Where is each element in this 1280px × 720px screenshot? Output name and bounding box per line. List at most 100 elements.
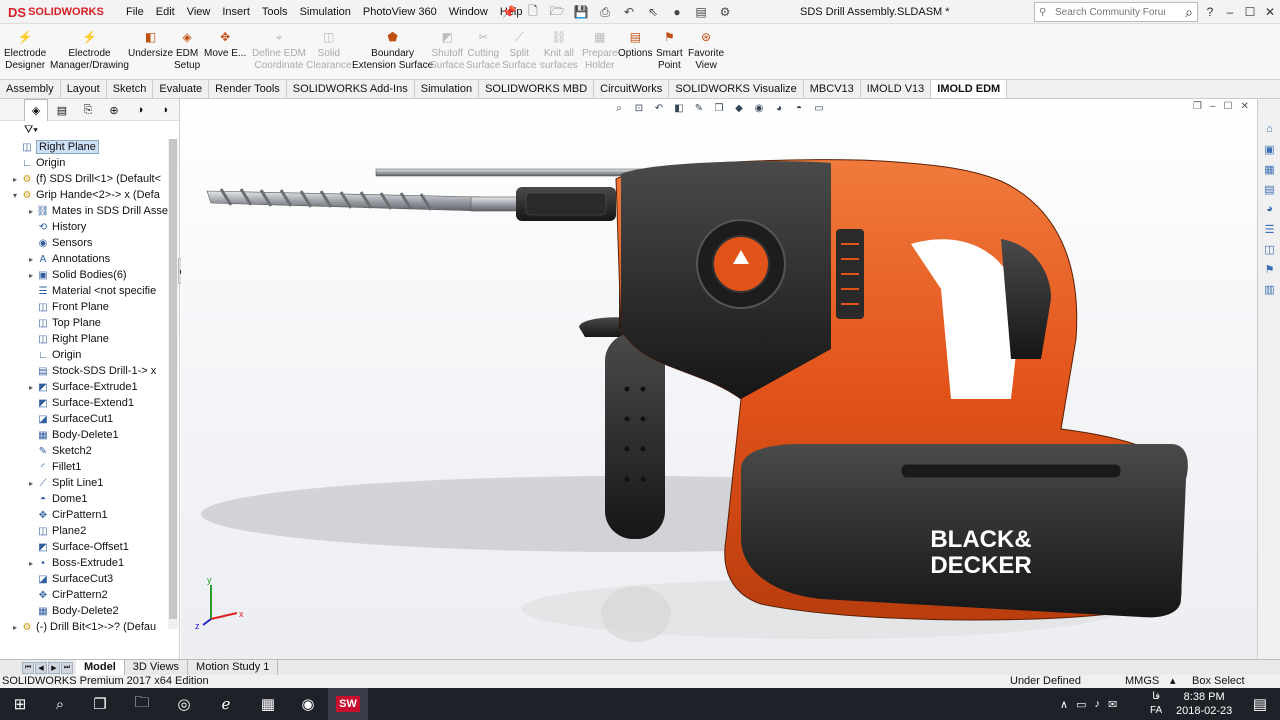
forum-icon[interactable]: ◫ [1258,239,1280,259]
ribbon-button-6[interactable]: ◫ Solid Clearance [306,28,352,72]
tree-item[interactable]: ◓ Dome1 [0,491,168,507]
search-box[interactable]: ⚲ ⌕ [1034,2,1198,22]
last-tab-icon[interactable]: ⏭ [61,661,73,674]
feature-manager-tab-icon[interactable]: ◈ [24,99,48,121]
more-tab-icon[interactable]: ◗ [154,99,178,121]
tab-solidworks-visualize[interactable]: SOLIDWORKS Visualize [669,80,804,98]
dimxpert-tab-icon[interactable]: ⊕ [102,99,126,121]
file-properties-icon[interactable]: ▤ [690,3,712,21]
tab-assembly[interactable]: Assembly [0,80,61,98]
tree-scrollbar[interactable] [168,139,178,629]
expand-arrow-icon[interactable]: ▸ [10,175,20,184]
tree-item[interactable]: ▸ ⟋ Split Line1 [0,475,168,491]
tree-item[interactable]: ▦ Body-Delete1 [0,427,168,443]
ribbon-button-0[interactable]: ⚡ Electrode Designer [4,28,46,72]
tab-mbcv13[interactable]: MBCV13 [804,80,861,98]
calculator-icon[interactable]: ▦ [248,688,288,720]
custom-properties-icon[interactable]: ☰ [1258,219,1280,239]
ribbon-button-2[interactable]: ◧ Undersize [128,28,173,60]
solidworks-logo[interactable]: DS SOLIDWORKS [8,3,104,21]
battery-pack[interactable]: BLACK& DECKER [741,444,1188,618]
ribbon-button-12[interactable]: ▦ Prepare Holder [582,28,618,72]
search-taskbar-icon[interactable]: ⌕ [40,688,80,720]
tree-item[interactable]: ◪ SurfaceCut1 [0,411,168,427]
ribbon-button-13[interactable]: ▤ Options [618,28,652,60]
new-icon[interactable]: 🗋 [522,3,544,21]
tree-item[interactable]: ◉ Sensors [0,235,168,251]
tree-item[interactable]: ☰ Material <not specifie [0,283,168,299]
pin-icon[interactable]: 📌 [498,3,520,21]
tree-item[interactable]: ∟ Origin [0,155,168,171]
expand-arrow-icon[interactable]: ▸ [26,271,36,280]
bottom-tab-3d-views[interactable]: 3D Views [125,660,189,675]
display-manager-tab-icon[interactable]: ◑ [128,99,152,121]
open-icon[interactable]: 🗁 [546,3,568,21]
tree-item[interactable]: ▸ ◩ Surface-Extrude1 [0,379,168,395]
scroll-thumb[interactable] [169,139,177,619]
ribbon-button-4[interactable]: ✥ Move E... [204,28,246,60]
tab-sketch[interactable]: Sketch [107,80,154,98]
network-icon[interactable]: ▭ [1076,698,1086,711]
view-palette-icon[interactable]: ▥ [1258,279,1280,299]
edge-icon[interactable]: ℯ [206,688,246,720]
tree-item[interactable]: ◪ SurfaceCut3 [0,571,168,587]
tree-item[interactable]: ▸ ⚙ (-) Drill Bit<1>->? (Defau [0,619,168,635]
tab-simulation[interactable]: Simulation [415,80,480,98]
ribbon-button-15[interactable]: ⊛ Favorite View [688,28,724,72]
tree-item[interactable]: ▸ ▣ Solid Bodies(6) [0,267,168,283]
menu-tools[interactable]: Tools [256,0,294,24]
ribbon-button-14[interactable]: ⚑ Smart Point [656,28,683,72]
firefox-icon[interactable]: ◉ [288,688,328,720]
ribbon-button-7[interactable]: ⬟ Boundary Extension Surface [352,28,433,72]
appearances-icon[interactable]: ◕ [1258,199,1280,219]
tree-item[interactable]: ⟲ History [0,219,168,235]
expand-arrow-icon[interactable]: ▸ [26,255,36,264]
chuck[interactable] [516,187,616,221]
tree-item[interactable]: ▾ ⚙ Grip Hande<2>-> x (Defa [0,187,168,203]
search-input[interactable] [1055,6,1165,18]
tab-imold-edm[interactable]: IMOLD EDM [931,80,1008,98]
ribbon-button-11[interactable]: ⛓ Knit all surfaces [540,28,578,72]
language-icon[interactable]: ✉ [1108,698,1117,711]
tab-evaluate[interactable]: Evaluate [153,80,210,98]
ribbon-button-3[interactable]: ◈ EDM Setup [174,28,200,72]
volume-icon[interactable]: ♪ [1094,698,1100,710]
tab-circuitworks[interactable]: CircuitWorks [594,80,670,98]
graphics-viewport[interactable]: ⌕ ⊡ ↶ ◧ ✎ ❒ ◆ ◉ ◕ ◓ ▭ ❐ – ☐ ✕ BLACK& DEC… [181,99,1257,659]
tree-item[interactable]: ▸ • Boss-Extrude1 [0,555,168,571]
tree-item[interactable]: ◩ Surface-Extend1 [0,395,168,411]
design-library-icon[interactable]: ▦ [1258,159,1280,179]
ribbon-button-8[interactable]: ◩ Shutoff Surface [430,28,464,72]
filter-icon[interactable]: ⛛▾ [24,124,38,137]
ribbon-button-1[interactable]: ⚡ Electrode Manager/Drawing [50,28,129,72]
tree-item[interactable]: ◩ Surface-Offset1 [0,539,168,555]
undo-icon[interactable]: ↶ [618,3,640,21]
menu-insert[interactable]: Insert [216,0,256,24]
tree-item[interactable]: ◫ Right Plane [0,139,168,155]
resources-icon[interactable]: ▣ [1258,139,1280,159]
tab-solidworks-add-ins[interactable]: SOLIDWORKS Add-Ins [287,80,415,98]
tree-item[interactable]: ◫ Top Plane [0,315,168,331]
expand-arrow-icon[interactable]: ▸ [26,207,36,216]
notifications-icon[interactable]: ▤ [1240,688,1280,720]
expand-arrow-icon[interactable]: ▸ [26,479,36,488]
menu-photoview-360[interactable]: PhotoView 360 [357,0,443,24]
tab-solidworks-mbd[interactable]: SOLIDWORKS MBD [479,80,595,98]
search-icon[interactable]: ⌕ [1185,4,1193,21]
tree-item[interactable]: ✥ CirPattern1 [0,507,168,523]
tree-item[interactable]: ▤ Stock-SDS Drill-1-> x [0,363,168,379]
close-button[interactable]: ✕ [1260,0,1280,24]
drill-model[interactable]: BLACK& DECKER y x z [181,99,1257,659]
solidworks-taskbar-icon[interactable]: SW [328,688,368,720]
tree-item[interactable]: ✎ Sketch2 [0,443,168,459]
tree-item[interactable]: ◫ Right Plane [0,331,168,347]
tree-item[interactable]: ∟ Origin [0,347,168,363]
tree-item[interactable]: ▸ ⚙ (f) SDS Drill<1> (Default< [0,171,168,187]
app-taskbar-icon[interactable]: ◎ [164,688,204,720]
menu-window[interactable]: Window [443,0,494,24]
tree-item[interactable]: ◫ Front Plane [0,299,168,315]
start-icon[interactable]: ⊞ [0,688,40,720]
task-view-icon[interactable]: ❐ [80,688,120,720]
configuration-manager-tab-icon[interactable]: ⎘ [76,99,100,121]
tab-imold-v13[interactable]: IMOLD V13 [861,80,932,98]
